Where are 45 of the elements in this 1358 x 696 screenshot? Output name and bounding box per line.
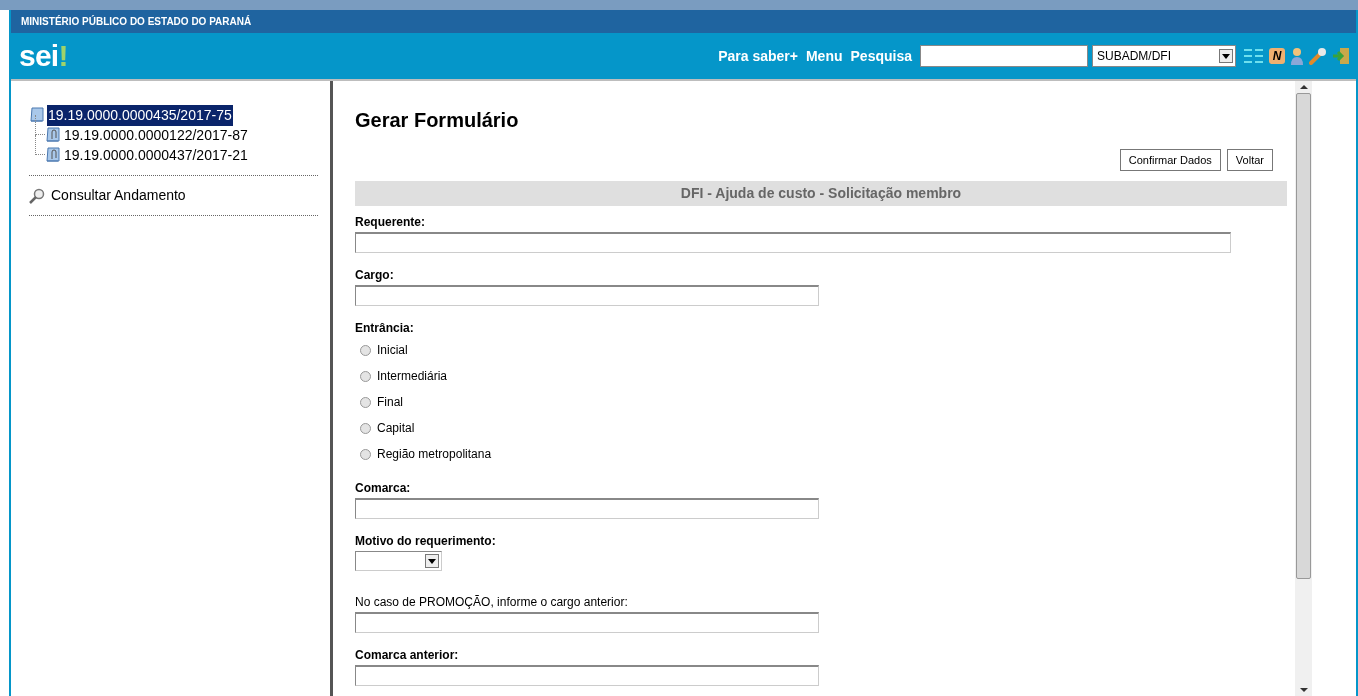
radio-label: Inicial xyxy=(377,342,408,359)
tree-item[interactable]: 19.19.0000.0000122/2017-87 xyxy=(63,124,249,146)
radio-label: Intermediária xyxy=(377,368,448,385)
search-field[interactable] xyxy=(920,45,1088,67)
field-label: Cargo: xyxy=(355,268,394,282)
radio-button[interactable] xyxy=(360,370,371,382)
text-field[interactable] xyxy=(355,665,819,686)
text-field[interactable] xyxy=(355,232,1231,253)
list-icon[interactable] xyxy=(1244,49,1264,63)
tree-item[interactable]: 19.19.0000.0000437/2017-21 xyxy=(63,144,249,166)
radio-label: Região metropolitana xyxy=(377,446,492,463)
organization-name: MINISTÉRIO PÚBLICO DO ESTADO DO PARANÁ xyxy=(21,14,252,29)
field-label: Entrância: xyxy=(355,321,414,335)
notes-badge[interactable]: N xyxy=(1269,48,1285,64)
field-label: Motivo do requerimento: xyxy=(355,534,496,548)
unit-select[interactable]: SUBADM/DFI xyxy=(1092,45,1236,67)
page-title: Gerar Formulário xyxy=(355,108,520,133)
text-field[interactable] xyxy=(355,612,819,633)
user-icon[interactable] xyxy=(1290,47,1304,65)
tree-item[interactable]: 19.19.0000.0000435/2017-75 xyxy=(47,104,233,126)
radio-button[interactable] xyxy=(360,422,371,434)
attached-document-icon xyxy=(45,146,61,164)
form-button[interactable]: Confirmar Dados xyxy=(1119,149,1221,171)
scrollbar[interactable] xyxy=(1295,81,1312,696)
radio-label: Capital xyxy=(377,420,415,437)
field-label: No caso de PROMOÇÃO, informe o cargo anterior: xyxy=(355,595,628,609)
radio-button[interactable] xyxy=(360,344,371,356)
wrench-icon[interactable] xyxy=(1309,47,1327,65)
field-label: Requerente: xyxy=(355,215,425,229)
select-field[interactable] xyxy=(355,551,442,571)
field-label: Comarca anterior: xyxy=(355,648,459,662)
form-title-bar: DFI - Ajuda de custo - Solicitação membro xyxy=(355,181,1287,206)
exit-icon[interactable] xyxy=(1332,47,1350,65)
sidebar-link[interactable]: Consultar Andamento xyxy=(51,185,186,206)
text-field[interactable] xyxy=(355,285,819,306)
radio-label: Final xyxy=(377,394,403,411)
form-button[interactable]: Voltar xyxy=(1226,149,1273,171)
text-field[interactable] xyxy=(355,498,819,519)
document-icon xyxy=(29,106,45,124)
radio-button[interactable] xyxy=(360,396,371,408)
search-label: Pesquisa xyxy=(850,46,912,66)
search-icon xyxy=(29,187,45,204)
field-label: Comarca: xyxy=(355,481,411,495)
attached-document-icon xyxy=(45,126,61,144)
radio-button[interactable] xyxy=(360,448,371,460)
